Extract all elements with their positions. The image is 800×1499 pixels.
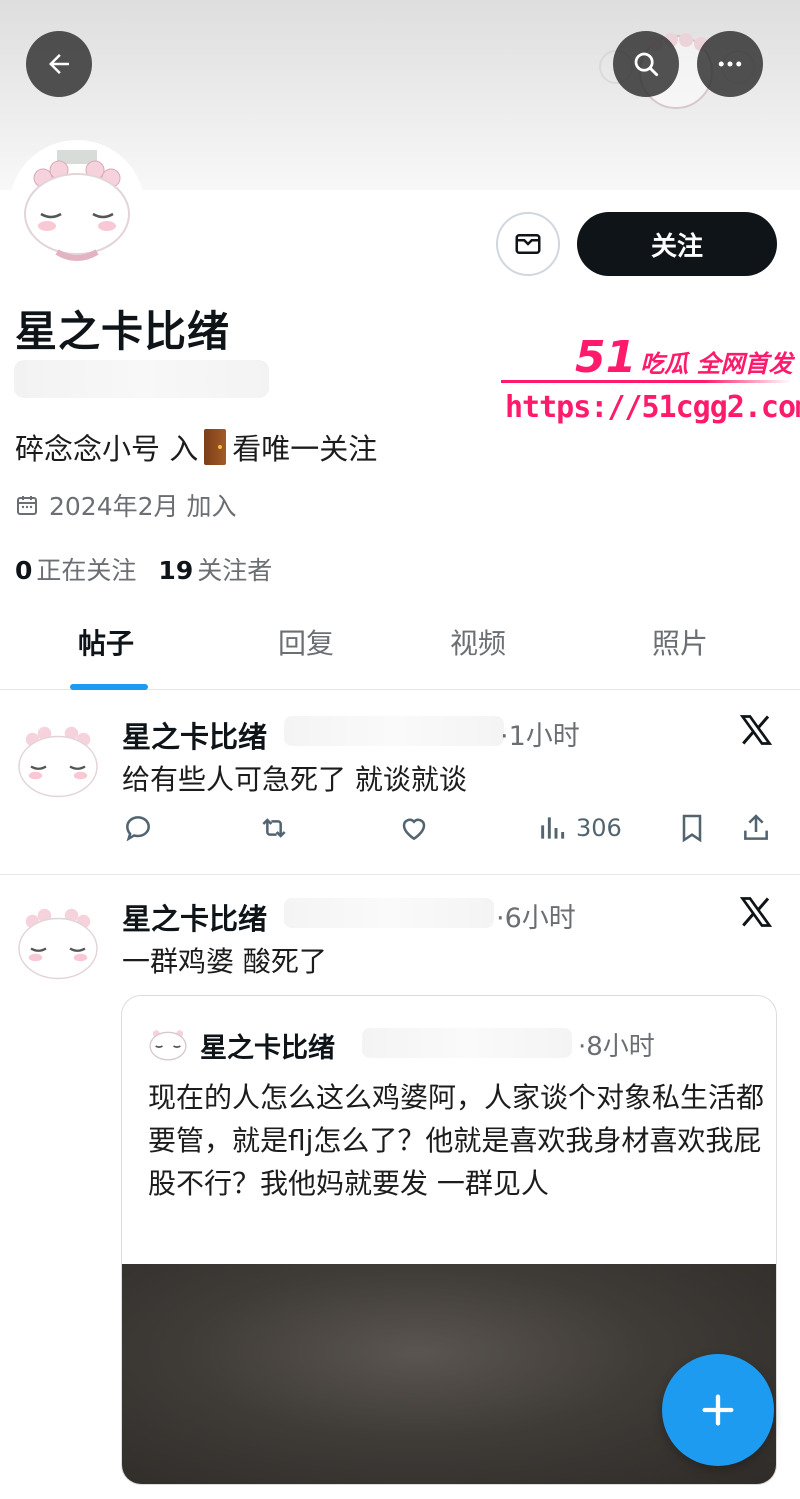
avatar-image (18, 726, 98, 798)
profile-handle-blurred (14, 360, 269, 398)
watermark-brand: 51 吃瓜 全网首发 (575, 332, 793, 383)
post[interactable]: 星之卡比绪 ·1小时 给有些人可急死了 就谈就谈 306 (0, 700, 800, 872)
compose-button[interactable] (662, 1354, 774, 1466)
joined-text: 2024年2月 加入 (49, 492, 237, 521)
calendar-icon (17, 496, 37, 515)
post-text: 一群鸡婆 酸死了 (122, 945, 327, 978)
following-stat[interactable]: 0 正在关注 (15, 551, 136, 587)
tab-videos[interactable]: 视频 (450, 622, 506, 662)
reply-icon (126, 816, 150, 842)
followers-stat[interactable]: 19 关注者 (158, 551, 272, 587)
quoted-post-avatar (146, 1022, 190, 1066)
watermark: 51 吃瓜 全网首发 https://51cgg2.com (495, 330, 800, 435)
profile-name: 星之卡比绪 (15, 307, 231, 356)
x-logo-icon (739, 715, 773, 745)
tab-posts[interactable]: 帖子 (78, 622, 134, 662)
views-icon (541, 817, 565, 839)
active-tab-indicator (70, 684, 148, 690)
door-emoji-icon (204, 429, 227, 465)
post-actions: 306 (0, 810, 800, 850)
following-label: 正在关注 (36, 556, 137, 585)
bio-text-start: 碎念念小号 入 (15, 432, 199, 466)
post-divider (0, 874, 800, 875)
bio-text-end: 看唯一关注 (232, 432, 378, 466)
more-button[interactable] (697, 31, 763, 97)
share-icon (744, 814, 768, 840)
mail-icon (515, 234, 541, 254)
search-button[interactable] (613, 31, 679, 97)
followers-label: 关注者 (197, 556, 273, 585)
plus-icon (702, 1394, 734, 1426)
like-icon (402, 818, 426, 841)
quoted-post-time[interactable]: ·8小时 (578, 1026, 655, 1063)
bookmark-icon (682, 814, 702, 843)
joined-date: 2024年2月 加入 (15, 487, 236, 523)
search-icon (634, 52, 659, 77)
following-count: 0 (15, 556, 33, 585)
post-handle-blurred (284, 716, 504, 746)
profile-avatar[interactable] (9, 140, 145, 276)
post-avatar[interactable] (10, 896, 106, 992)
watermark-rule (501, 380, 791, 383)
follow-stats: 0 正在关注 19 关注者 (15, 551, 272, 587)
post-avatar[interactable] (10, 714, 106, 810)
like-button[interactable] (398, 810, 430, 846)
post-time[interactable]: ·6小时 (496, 896, 576, 935)
views-button[interactable]: 306 (536, 810, 622, 846)
post-time[interactable]: ·1小时 (500, 714, 580, 753)
tab-replies[interactable]: 回复 (278, 622, 334, 662)
post-author[interactable]: 星之卡比绪 (122, 714, 267, 756)
follow-button[interactable]: 关注 (577, 212, 777, 276)
post-author[interactable]: 星之卡比绪 (122, 896, 267, 938)
views-count: 306 (576, 814, 622, 842)
watermark-number: 51 (575, 332, 637, 383)
post-handle-blurred (284, 898, 494, 928)
tab-photos[interactable]: 照片 (652, 622, 708, 662)
watermark-tagline: 吃瓜 全网首发 (640, 350, 793, 378)
post-text: 给有些人可急死了 就谈就谈 (122, 763, 467, 796)
avatar-image (13, 144, 141, 272)
profile-tabs: 帖子 回复 视频 照片 (0, 600, 800, 690)
share-button[interactable] (740, 810, 772, 846)
repost-icon (262, 818, 286, 838)
repost-button[interactable] (258, 810, 290, 846)
quoted-post-text: 现在的人怎么这么鸡婆阿，人家谈个对象私生活都要管，就是flj怎么了？他就是喜欢我… (148, 1081, 765, 1200)
avatar-image (18, 908, 98, 980)
quoted-post-handle-blurred (362, 1028, 572, 1058)
x-logo-icon (739, 897, 773, 927)
more-icon (718, 61, 742, 67)
followers-count: 19 (158, 556, 194, 585)
reply-button[interactable] (122, 810, 154, 846)
watermark-url: https://51cgg2.com (505, 390, 800, 425)
avatar-image (149, 1030, 187, 1061)
profile-bio: 碎念念小号 入 看唯一关注 (15, 426, 377, 468)
bookmark-button[interactable] (676, 810, 708, 846)
back-button[interactable] (26, 31, 92, 97)
message-button[interactable] (496, 212, 560, 276)
quoted-post-author[interactable]: 星之卡比绪 (200, 1026, 335, 1065)
back-arrow-icon (49, 54, 69, 74)
